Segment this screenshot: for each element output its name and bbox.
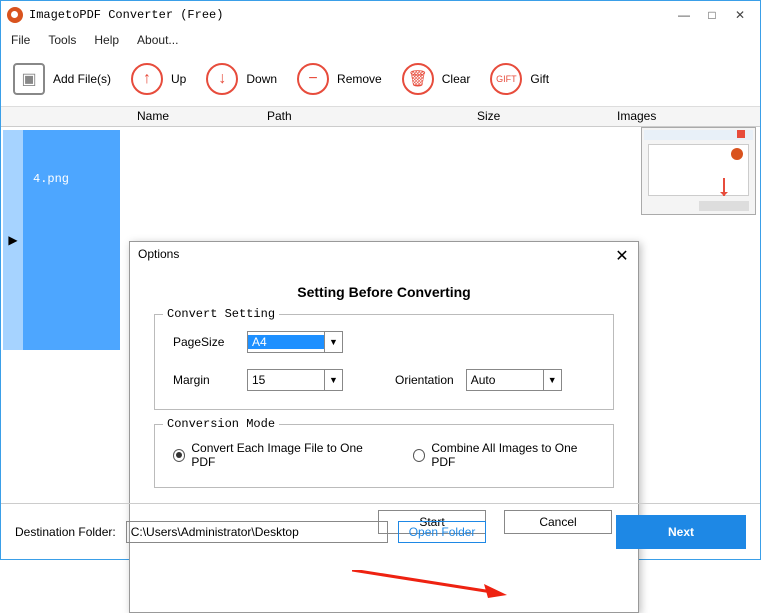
minus-icon: −	[297, 63, 329, 95]
destination-label: Destination Folder:	[15, 525, 116, 539]
down-button[interactable]: ↓ Down	[206, 63, 277, 95]
menu-about[interactable]: About...	[137, 33, 178, 47]
pagesize-select[interactable]: A4 ▼	[247, 331, 343, 353]
thumbnail-preview	[641, 127, 756, 215]
annotation-arrow	[352, 570, 507, 600]
margin-select[interactable]: 15 ▼	[247, 369, 343, 391]
gift-button[interactable]: GIFT Gift	[490, 63, 549, 95]
orientation-select[interactable]: Auto ▼	[466, 369, 562, 391]
menu-tools[interactable]: Tools	[48, 33, 76, 47]
mode-combine-label: Combine All Images to One PDF	[431, 441, 595, 469]
menu-help[interactable]: Help	[94, 33, 119, 47]
dialog-title: Options	[138, 247, 614, 261]
file-name: 4.png	[33, 172, 69, 186]
gift-label: Gift	[530, 72, 549, 86]
app-title: ImagetoPDF Converter (Free)	[29, 8, 670, 22]
gift-icon: GIFT	[490, 63, 522, 95]
destination-input[interactable]: C:\Users\Administrator\Desktop	[126, 521, 388, 543]
content-area: ▶ 4.png Options ✕ Setting Before Convert…	[1, 127, 760, 497]
chevron-down-icon: ▼	[324, 370, 342, 390]
arrow-up-icon: ↑	[131, 63, 163, 95]
convert-setting-group: Convert Setting PageSize A4 ▼ Margin 15 …	[154, 314, 614, 410]
up-button[interactable]: ↑ Up	[131, 63, 186, 95]
arrow-down-icon: ↓	[206, 63, 238, 95]
remove-button[interactable]: − Remove	[297, 63, 382, 95]
file-row[interactable]: ▶ 4.png	[5, 130, 120, 350]
close-button[interactable]: ✕	[726, 5, 754, 25]
pagesize-label: PageSize	[173, 335, 235, 349]
toolbar: ▣ Add File(s) ↑ Up ↓ Down − Remove 🗑 Cle…	[1, 51, 760, 107]
conversion-mode-group: Conversion Mode Convert Each Image File …	[154, 424, 614, 488]
clear-label: Clear	[442, 72, 471, 86]
add-files-button[interactable]: ▣ Add File(s)	[13, 63, 111, 95]
remove-label: Remove	[337, 72, 382, 86]
convert-legend: Convert Setting	[163, 307, 279, 321]
mode-combine-option[interactable]: Combine All Images to One PDF	[413, 441, 595, 469]
header-path[interactable]: Path	[261, 107, 471, 126]
app-icon	[7, 7, 23, 23]
up-label: Up	[171, 72, 186, 86]
clear-button[interactable]: 🗑 Clear	[402, 63, 471, 95]
mode-legend: Conversion Mode	[163, 417, 279, 431]
list-headers: Name Path Size Images	[1, 107, 760, 127]
add-files-label: Add File(s)	[53, 72, 111, 86]
down-label: Down	[246, 72, 277, 86]
orientation-label: Orientation	[395, 373, 454, 387]
pagesize-value: A4	[248, 335, 324, 349]
margin-label: Margin	[173, 373, 235, 387]
trash-icon: 🗑	[402, 63, 434, 95]
next-button[interactable]: Next	[616, 515, 746, 549]
mode-each-option[interactable]: Convert Each Image File to One PDF	[173, 441, 379, 469]
dialog-heading: Setting Before Converting	[130, 284, 638, 300]
header-images[interactable]: Images	[611, 107, 662, 126]
header-name[interactable]: Name	[131, 107, 261, 126]
maximize-button[interactable]: □	[698, 5, 726, 25]
margin-value: 15	[248, 373, 324, 387]
orientation-value: Auto	[467, 373, 543, 387]
image-icon: ▣	[13, 63, 45, 95]
header-size[interactable]: Size	[471, 107, 611, 126]
radio-icon	[173, 449, 185, 462]
mode-each-label: Convert Each Image File to One PDF	[191, 441, 379, 469]
menu-file[interactable]: File	[11, 33, 30, 47]
dialog-titlebar: Options ✕	[130, 242, 638, 266]
destination-value: C:\Users\Administrator\Desktop	[131, 525, 299, 539]
menubar: File Tools Help About...	[1, 29, 760, 51]
radio-icon	[413, 449, 425, 462]
chevron-down-icon: ▼	[543, 370, 561, 390]
minimize-button[interactable]: —	[670, 5, 698, 25]
chevron-down-icon: ▼	[324, 332, 342, 352]
titlebar: ImagetoPDF Converter (Free) — □ ✕	[1, 1, 760, 29]
footer: Destination Folder: C:\Users\Administrat…	[1, 503, 760, 559]
row-selector-icon: ▶	[3, 130, 23, 350]
open-folder-button[interactable]: Open Folder	[398, 521, 487, 543]
dialog-close-button[interactable]: ✕	[614, 246, 630, 262]
